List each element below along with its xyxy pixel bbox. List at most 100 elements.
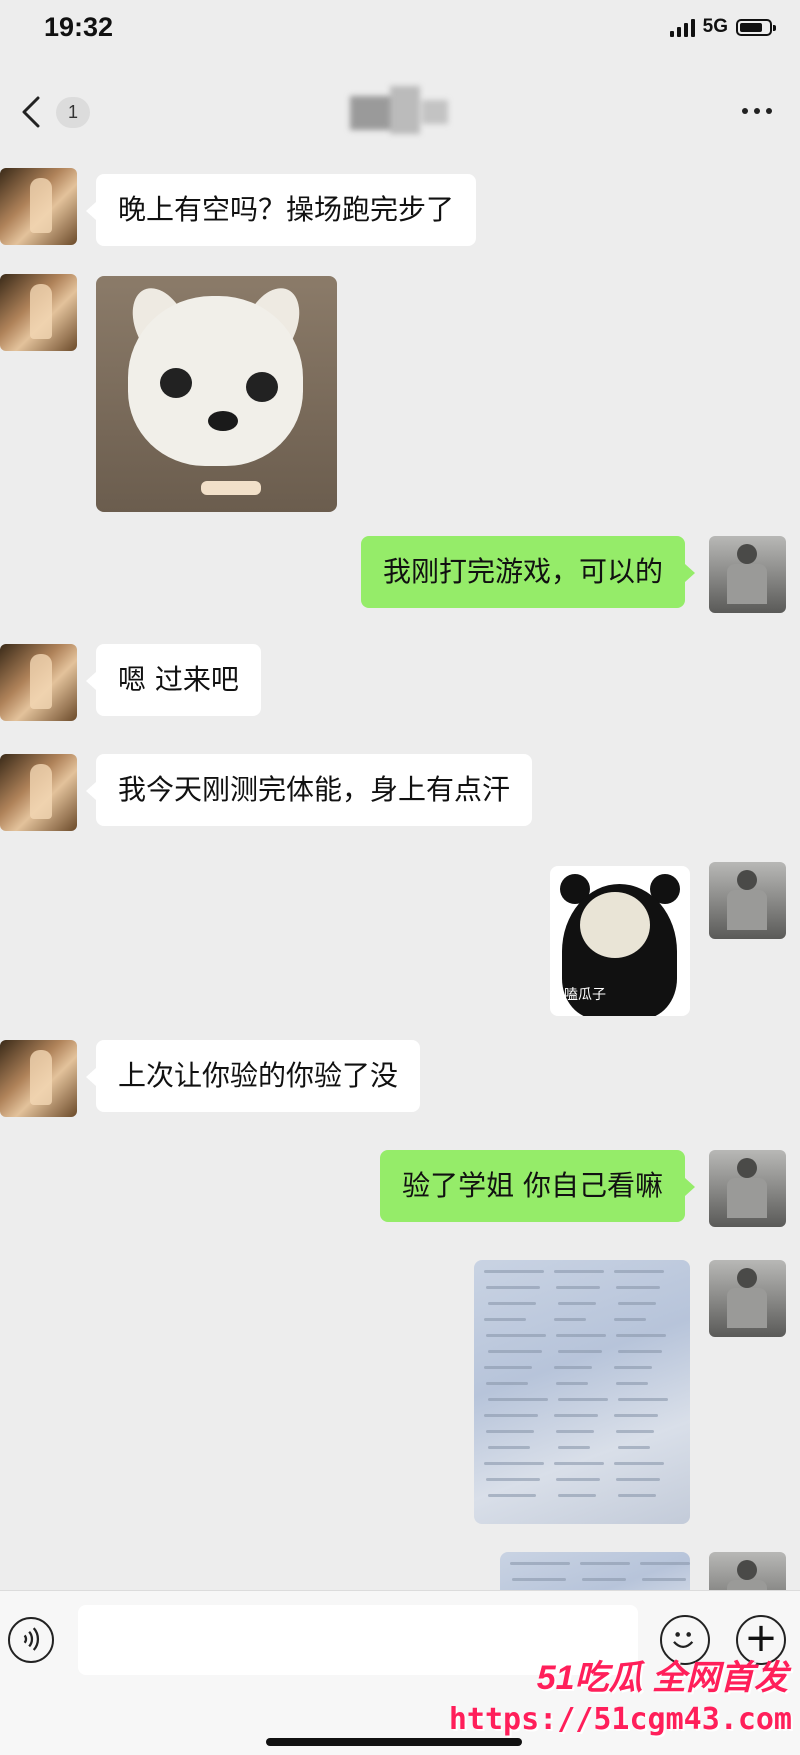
report-text-line [640,1562,690,1565]
report-text-line [484,1414,538,1417]
report-text-line [558,1350,602,1353]
message-bubble[interactable]: 我今天刚测完体能，身上有点汗 [85,754,533,826]
medical-report-image[interactable] [500,1552,690,1590]
my-avatar[interactable] [709,1552,786,1590]
sticker-caption: 嗑瓜子 [564,987,606,1003]
watermark: 51吃瓜 全网首发 https://51cgm43.com [449,1650,800,1750]
report-text-line [486,1430,534,1433]
message-bubble[interactable]: 嗯 过来吧 [86,644,261,716]
report-text-line [582,1578,626,1581]
report-text-line [614,1366,652,1369]
my-avatar[interactable] [709,862,786,939]
report-text-line [510,1562,570,1565]
signal-icon [669,17,695,37]
report-text-line [556,1334,606,1337]
message-row [0,274,800,514]
my-avatar[interactable] [709,1150,786,1227]
battery-level [740,22,762,32]
message-row: 我今天刚测完体能，身上有点汗 [0,754,800,834]
report-text-line [614,1270,664,1273]
chevron-left-icon [22,96,40,128]
my-avatar[interactable] [709,536,786,613]
unread-badge: 1 [56,96,91,128]
report-text-line [488,1398,548,1401]
home-indicator [266,1738,522,1746]
report-text-line [558,1398,608,1401]
report-text-line [486,1286,540,1289]
report-text-line [556,1430,594,1433]
chat-message-list[interactable]: 晚上有空吗？操场跑完步了 我刚打完游戏，可以的 嗯 过来吧 我今天刚测完体能，身… [0,160,800,1590]
report-text-line [554,1318,586,1321]
report-text-line [616,1478,660,1481]
report-text-line [484,1366,532,1369]
report-text-line [488,1302,536,1305]
message-row: 嗑瓜子 [0,862,800,1022]
voice-icon[interactable] [8,1617,54,1663]
report-text-line [616,1286,660,1289]
network-type: 5G [702,16,728,37]
report-text-line [556,1286,600,1289]
report-text-line [554,1366,592,1369]
message-row: 嗯 过来吧 [0,644,800,724]
report-text-line [556,1478,600,1481]
message-row [0,1552,800,1590]
chat-header: 1 [0,72,800,152]
message-row: 我刚打完游戏，可以的 [0,536,800,616]
status-time: 19:32 [44,12,114,42]
message-row: 晚上有空吗？操场跑完步了 [0,168,800,248]
report-text-line [488,1446,530,1449]
message-bubble[interactable]: 晚上有空吗？操场跑完步了 [85,174,477,246]
medical-report-image[interactable] [474,1260,690,1524]
watermark-url: https://51cgm43.com [448,1702,792,1737]
message-bubble[interactable]: 我刚打完游戏，可以的 [360,536,696,608]
report-text-line [614,1462,664,1465]
report-text-line [554,1270,604,1273]
report-text-line [616,1382,648,1385]
watermark-brand: 51吃瓜 全网首发 [536,1659,788,1697]
report-text-line [614,1414,658,1417]
report-text-line [554,1414,598,1417]
contact-avatar[interactable] [0,274,77,351]
report-text-line [484,1318,526,1321]
report-text-line [618,1398,668,1401]
message-bubble[interactable]: 上次让你验的你验了没 [85,1040,421,1112]
back-button[interactable]: 1 [14,92,91,132]
report-text-line [558,1494,596,1497]
status-bar: 19:32 5G [0,0,800,60]
battery-icon [736,18,776,36]
contact-name-redacted [330,86,470,138]
report-text-line [616,1334,666,1337]
report-text-line [558,1446,590,1449]
contact-avatar[interactable] [0,168,77,245]
report-text-line [616,1430,654,1433]
report-text-line [486,1334,546,1337]
report-text-line [484,1270,544,1273]
contact-avatar[interactable] [0,1040,77,1117]
message-bubble[interactable]: 验了学姐 你自己看嘛 [380,1150,695,1222]
report-text-line [488,1494,536,1497]
panda-sticker-image[interactable]: 嗑瓜子 [550,866,690,1016]
my-avatar[interactable] [709,1260,786,1337]
message-row [0,1260,800,1530]
report-text-line [484,1462,544,1465]
contact-avatar[interactable] [0,644,77,721]
report-text-line [618,1494,656,1497]
contact-avatar[interactable] [0,754,77,831]
report-text-line [642,1578,686,1581]
report-text-line [488,1350,542,1353]
report-text-line [580,1562,630,1565]
report-text-line [556,1382,588,1385]
status-indicators: 5G [669,16,776,38]
report-text-line [554,1462,604,1465]
dog-sticker-image[interactable] [96,276,337,512]
report-text-line [618,1350,662,1353]
message-row: 验了学姐 你自己看嘛 [0,1150,800,1230]
report-text-line [558,1302,596,1305]
report-text-line [618,1446,650,1449]
more-options-icon[interactable] [742,108,772,114]
report-text-line [618,1302,656,1305]
report-text-line [614,1318,646,1321]
report-text-line [486,1478,540,1481]
message-row: 上次让你验的你验了没 [0,1040,800,1120]
report-text-line [486,1382,528,1385]
